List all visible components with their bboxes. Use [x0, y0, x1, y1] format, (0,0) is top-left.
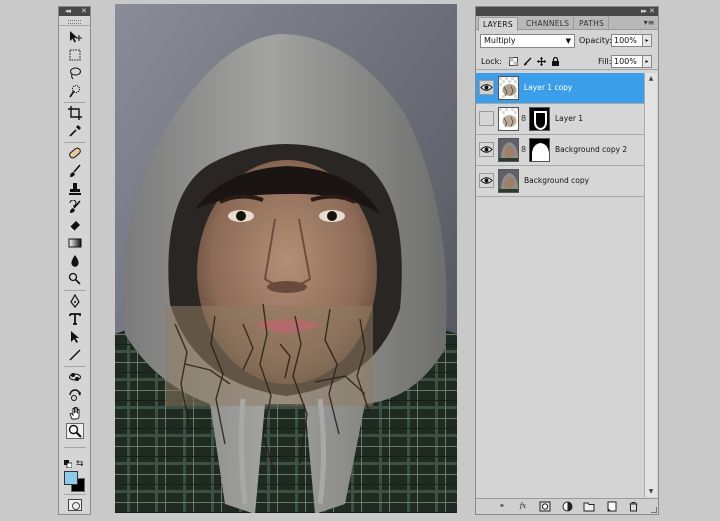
- opacity-slider-arrow-icon[interactable]: ▸: [642, 34, 652, 47]
- adjustment-layer-icon[interactable]: [561, 501, 573, 512]
- document-canvas[interactable]: [115, 4, 457, 513]
- layer-name[interactable]: Background copy 2: [555, 145, 627, 154]
- layer-thumbnail: [498, 107, 519, 131]
- layer-thumbnail: [498, 169, 519, 193]
- layer-name[interactable]: Background copy: [524, 176, 589, 185]
- lock-transparent-pixels-icon[interactable]: [509, 57, 518, 66]
- fill-input[interactable]: 100%: [611, 55, 643, 68]
- healing-brush-tool-icon[interactable]: [66, 145, 84, 161]
- lock-label: Lock:: [481, 57, 502, 66]
- quick-selection-tool-icon[interactable]: [66, 83, 84, 99]
- quick-mask-icon[interactable]: [68, 499, 82, 511]
- hand-tool-icon[interactable]: [66, 405, 84, 421]
- layer-mask-thumbnail[interactable]: [529, 138, 550, 162]
- link-icon[interactable]: 8: [521, 145, 527, 155]
- blend-mode-value: Multiply: [484, 36, 516, 45]
- brush-tool-icon[interactable]: [66, 163, 84, 179]
- eye-icon: [480, 84, 493, 91]
- opacity-label: Opacity:: [579, 36, 612, 45]
- line-tool-icon[interactable]: [66, 347, 84, 363]
- close-icon[interactable]: ✕: [649, 7, 655, 16]
- eye-icon: [480, 146, 493, 153]
- tools-panel: ◂◂ ✕ ⇆: [58, 6, 91, 515]
- layers-panel: ▸▸ ✕ LAYERS CHANNELS PATHS ▾≡ Multiply ▼…: [475, 6, 659, 515]
- visibility-toggle[interactable]: [479, 142, 494, 157]
- layer-mask-thumbnail[interactable]: [529, 107, 550, 131]
- layer-thumbnail: [498, 76, 519, 100]
- crop-tool-icon[interactable]: [66, 105, 84, 121]
- gradient-tool-icon[interactable]: [66, 235, 84, 251]
- default-colors-icon[interactable]: [64, 460, 72, 468]
- visibility-toggle[interactable]: [479, 173, 494, 188]
- lasso-tool-icon[interactable]: [66, 65, 84, 81]
- move-tool-icon[interactable]: [66, 29, 84, 45]
- link-icon[interactable]: 8: [521, 114, 527, 124]
- eyedropper-tool-icon[interactable]: [66, 123, 84, 139]
- close-icon[interactable]: ✕: [81, 7, 87, 16]
- tools-panel-titlebar[interactable]: ◂◂ ✕: [59, 7, 90, 16]
- blur-tool-icon[interactable]: [66, 253, 84, 269]
- pen-tool-icon[interactable]: [66, 293, 84, 309]
- panel-tabs: LAYERS CHANNELS PATHS ▾≡: [476, 16, 658, 31]
- panel-menu-icon[interactable]: ▾≡: [643, 18, 655, 28]
- eraser-tool-icon[interactable]: [66, 217, 84, 233]
- photo-image: [115, 4, 457, 513]
- scroll-up-icon[interactable]: ▲: [645, 73, 657, 84]
- chevron-down-icon: ▼: [565, 37, 571, 45]
- layers-scrollbar[interactable]: ▲ ▼: [644, 73, 657, 497]
- layers-panel-footer: ⚭ fx: [476, 498, 658, 514]
- new-layer-icon[interactable]: [605, 501, 617, 512]
- fill-label: Fill:: [598, 57, 612, 66]
- lock-position-icon[interactable]: [537, 57, 546, 66]
- opacity-input[interactable]: 100%: [611, 34, 643, 47]
- layer-row-background-copy[interactable]: Background copy: [476, 166, 644, 197]
- blend-mode-select[interactable]: Multiply ▼: [480, 34, 575, 48]
- tab-layers[interactable]: LAYERS: [478, 17, 518, 31]
- visibility-toggle[interactable]: [479, 80, 494, 95]
- layer-name[interactable]: Layer 1: [555, 114, 583, 123]
- collapse-icon[interactable]: ◂◂: [65, 7, 71, 16]
- layer-thumbnail: [498, 138, 519, 162]
- visibility-toggle[interactable]: [479, 111, 494, 126]
- lock-fill-row: Lock: Fill: 100% ▸: [476, 54, 658, 70]
- dodge-tool-icon[interactable]: [66, 271, 84, 287]
- lock-all-icon[interactable]: [551, 57, 560, 66]
- clone-stamp-tool-icon[interactable]: [66, 181, 84, 197]
- layer-name[interactable]: Layer 1 copy: [524, 83, 572, 92]
- trash-icon[interactable]: [627, 501, 639, 512]
- layer-row-layer-1[interactable]: 8 Layer 1: [476, 104, 644, 135]
- link-layers-icon[interactable]: ⚭: [496, 501, 508, 512]
- zoom-tool-icon[interactable]: [66, 423, 84, 439]
- new-group-icon[interactable]: [583, 501, 595, 512]
- resize-grip-icon[interactable]: [651, 507, 657, 513]
- layer-row-layer-1-copy[interactable]: Layer 1 copy: [476, 73, 644, 104]
- fill-slider-arrow-icon[interactable]: ▸: [642, 55, 652, 68]
- 3d-orbit-tool-icon[interactable]: [66, 387, 84, 403]
- history-brush-tool-icon[interactable]: [66, 199, 84, 215]
- fx-icon[interactable]: fx: [517, 501, 529, 512]
- panel-grip[interactable]: [59, 16, 90, 26]
- lock-image-pixels-icon[interactable]: [523, 57, 532, 66]
- tab-channels[interactable]: CHANNELS: [522, 17, 575, 30]
- type-tool-icon[interactable]: [66, 311, 84, 327]
- layers-panel-titlebar[interactable]: ▸▸ ✕: [476, 7, 658, 16]
- add-mask-icon[interactable]: [539, 501, 551, 512]
- scroll-down-icon[interactable]: ▼: [645, 486, 657, 497]
- marquee-tool-icon[interactable]: [66, 47, 84, 63]
- layer-row-background-copy-2[interactable]: 8 Background copy 2: [476, 135, 644, 166]
- 3d-rotate-tool-icon[interactable]: [66, 369, 84, 385]
- foreground-color-swatch[interactable]: [64, 471, 78, 485]
- blend-opacity-row: Multiply ▼ Opacity: 100% ▸: [476, 32, 658, 50]
- swap-colors-icon[interactable]: ⇆: [76, 459, 86, 469]
- tab-paths[interactable]: PATHS: [575, 17, 610, 30]
- collapse-icon[interactable]: ▸▸: [641, 7, 647, 16]
- path-selection-tool-icon[interactable]: [66, 329, 84, 345]
- eye-icon: [480, 177, 493, 184]
- layer-list: Layer 1 copy 8 Layer 1 8 Background copy…: [476, 73, 644, 197]
